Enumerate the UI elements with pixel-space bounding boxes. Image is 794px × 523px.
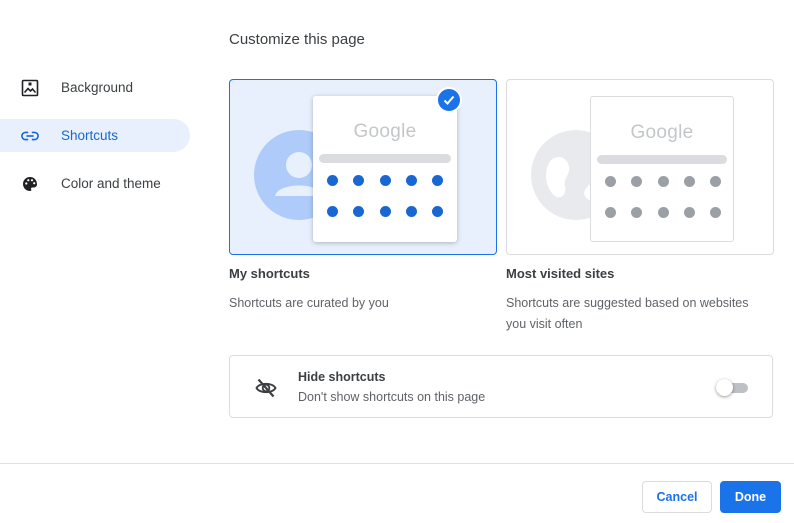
shortcuts-preview: Google	[590, 96, 734, 242]
my-shortcuts-title: My shortcuts	[229, 266, 310, 281]
hide-shortcuts-toggle[interactable]	[716, 378, 750, 396]
background-icon	[21, 79, 39, 97]
hide-shortcuts-row[interactable]: Hide shortcuts Don't show shortcuts on t…	[229, 355, 773, 418]
dialog-title: Customize this page	[229, 31, 365, 48]
hide-shortcuts-title: Hide shortcuts	[298, 370, 386, 384]
footer-divider	[0, 463, 794, 464]
sidebar-item-color-and-theme[interactable]: Color and theme	[0, 167, 190, 200]
shortcuts-preview: Google	[313, 96, 457, 242]
hide-shortcuts-description: Don't show shortcuts on this page	[298, 390, 486, 404]
toggle-knob	[716, 379, 733, 396]
sidebar-item-label: Color and theme	[61, 176, 161, 191]
most-visited-card[interactable]: Google	[506, 79, 774, 255]
search-bar-preview	[597, 155, 727, 164]
done-button[interactable]: Done	[720, 481, 781, 513]
customize-dialog: Customize this page Background Shortcuts…	[0, 0, 794, 523]
cancel-button[interactable]: Cancel	[642, 481, 712, 513]
sidebar-item-shortcuts[interactable]: Shortcuts	[0, 119, 190, 152]
shortcut-tiles-preview	[327, 175, 443, 237]
sidebar-item-label: Shortcuts	[61, 128, 119, 143]
sidebar: Background Shortcuts Color and theme	[0, 71, 190, 215]
link-icon	[21, 127, 39, 145]
my-shortcuts-card[interactable]: Google	[229, 79, 497, 255]
visibility-off-icon	[255, 377, 277, 399]
most-visited-title: Most visited sites	[506, 266, 615, 281]
checkmark-icon	[436, 87, 462, 113]
search-bar-preview	[319, 154, 451, 163]
palette-icon	[21, 175, 39, 193]
google-logo-preview: Google	[353, 121, 417, 142]
sidebar-item-background[interactable]: Background	[0, 71, 190, 104]
my-shortcuts-description: Shortcuts are curated by you	[229, 296, 389, 310]
most-visited-description: Shortcuts are suggested based on website…	[506, 296, 749, 331]
sidebar-item-label: Background	[61, 80, 134, 95]
google-logo-preview: Google	[630, 122, 694, 143]
shortcut-tiles-preview	[605, 176, 721, 238]
